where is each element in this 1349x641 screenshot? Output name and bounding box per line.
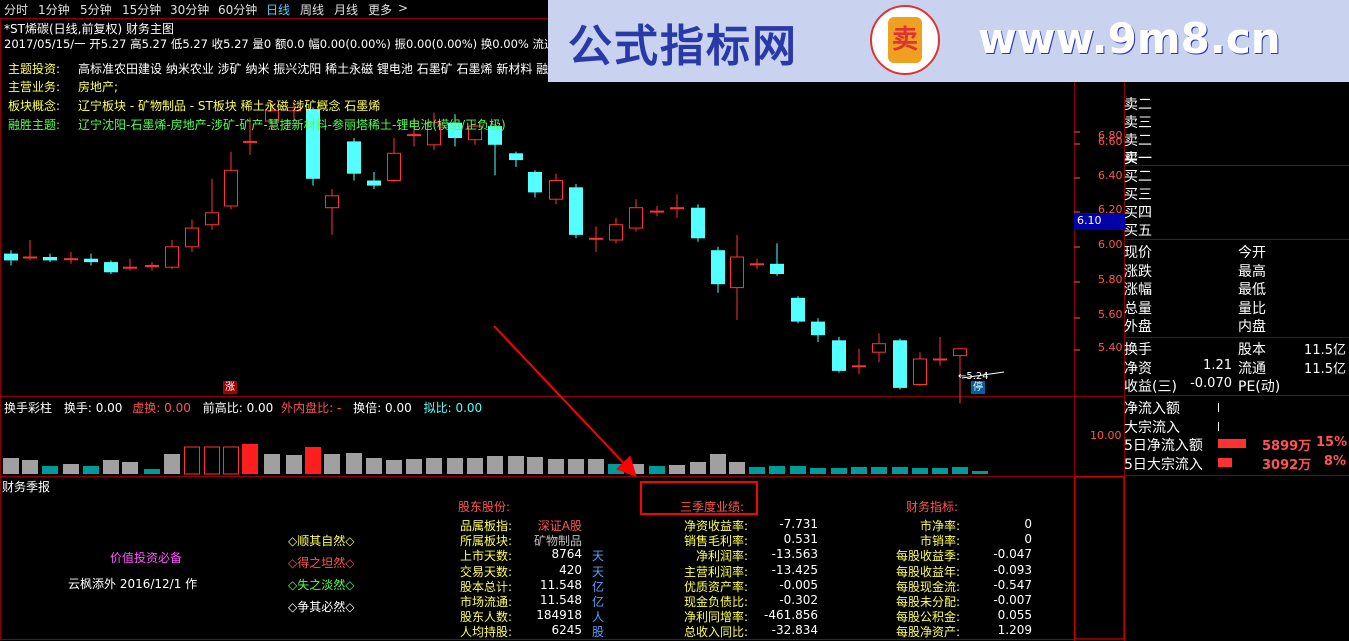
quote-label-right: 最高	[1238, 263, 1266, 280]
stock-divider	[1124, 337, 1349, 338]
flow-label: 净流入额	[1124, 401, 1180, 417]
quote-divider	[1124, 239, 1349, 240]
quote-label-left: 外盘	[1124, 319, 1152, 335]
quote-label-left: 涨跌	[1124, 263, 1152, 280]
quote-label-left: 涨幅	[1124, 282, 1152, 298]
stock-label-right: 流通	[1238, 360, 1266, 377]
flow-divider	[1124, 395, 1349, 396]
stock-value-right: 11.5亿	[1304, 361, 1346, 377]
quote-label-right: 今开	[1238, 245, 1266, 261]
flow-value: 3092万	[1262, 457, 1312, 473]
flow-label: 5日净流入额	[1124, 438, 1203, 454]
quote-label-right: 最低	[1238, 282, 1266, 298]
right-bottom-divider	[1124, 475, 1349, 476]
quote-label-right: 量比	[1238, 300, 1266, 317]
orderbook-divider	[1124, 165, 1349, 166]
stock-label-right: PE(动)	[1238, 379, 1281, 395]
quote-label-right: 内盘	[1238, 319, 1266, 335]
flow-label: 大宗流入	[1124, 419, 1180, 436]
flow-bar	[1218, 457, 1232, 467]
flow-bar	[1218, 439, 1246, 448]
buy-level-label: 买三	[1124, 187, 1152, 203]
stock-label-right: 股本	[1238, 342, 1266, 358]
flow-bar	[1218, 403, 1219, 412]
buy-level-label: 买二	[1124, 169, 1152, 185]
stock-value-left: 1.21	[1203, 357, 1232, 373]
sell-level-label: 卖三	[1124, 115, 1152, 131]
sell-level-label: 卖二	[1124, 133, 1152, 149]
stock-label-left: 收益(三)	[1124, 379, 1177, 395]
buy-level-label: 买一	[1124, 151, 1152, 167]
flow-bar	[1218, 421, 1219, 431]
stock-value-right: 11.5亿	[1304, 343, 1346, 358]
quote-label-left: 总量	[1124, 300, 1152, 317]
stock-label-left: 净资	[1124, 360, 1152, 377]
flow-value: 5899万	[1262, 439, 1312, 454]
buy-level-label: 买四	[1124, 205, 1152, 221]
quote-label-left: 现价	[1124, 245, 1152, 261]
stock-value-left: -0.070	[1190, 376, 1232, 391]
buy-level-label: 买五	[1124, 223, 1152, 239]
flow-label: 5日大宗流入	[1124, 456, 1203, 473]
sell-level-label: 卖二	[1124, 97, 1152, 113]
flow-pct: 8%	[1323, 453, 1346, 469]
stock-label-left: 换手	[1124, 342, 1152, 358]
flow-pct: 15%	[1316, 435, 1348, 450]
